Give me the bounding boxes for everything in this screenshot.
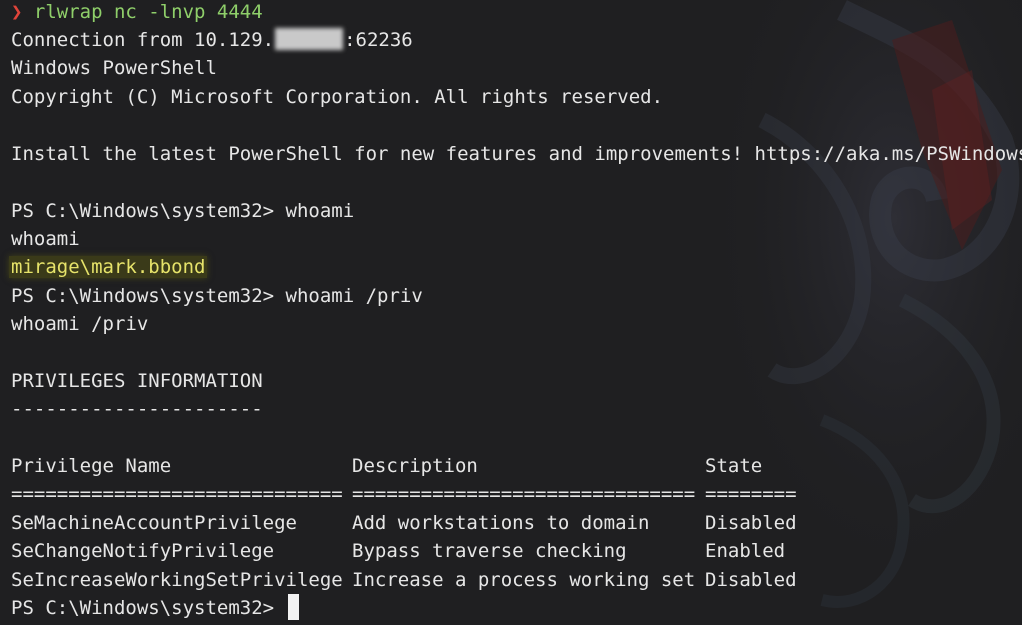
separator: ============================= bbox=[11, 483, 343, 505]
ps-prompt: PS C:\Windows\system32> bbox=[11, 597, 286, 619]
listener-command-line: ❯ rlwrap nc -lnvp 4444 bbox=[11, 0, 263, 26]
privilege-state-cell: Disabled bbox=[705, 512, 797, 534]
privilege-name-cell: SeMachineAccountPrivilege bbox=[11, 512, 297, 534]
redacted-ip bbox=[275, 28, 344, 50]
whoami-output-line: mirage\mark.bbond bbox=[9, 253, 208, 281]
connection-line: Connection from 10.129. :62236 bbox=[11, 26, 413, 54]
terminal-window[interactable]: ❯ rlwrap nc -lnvp 4444 Connection from 1… bbox=[0, 0, 1022, 625]
privileges-heading-underline: ---------------------- bbox=[11, 398, 263, 420]
banner-copyright: Copyright (C) Microsoft Corporation. All… bbox=[11, 86, 664, 108]
final-prompt-line[interactable]: PS C:\Windows\system32> bbox=[11, 594, 299, 622]
whoami-output-highlighted: mirage\mark.bbond bbox=[9, 256, 208, 278]
privilege-description-cell: Increase a process working set bbox=[352, 569, 696, 591]
table-row: SeChangeNotifyPrivilege Bypass traverse … bbox=[11, 537, 1011, 565]
column-header-privilege-name: Privilege Name bbox=[11, 455, 172, 477]
command-line-whoami-priv: PS C:\Windows\system32> whoami /priv bbox=[11, 282, 423, 310]
terminal-cursor[interactable] bbox=[287, 594, 299, 620]
separator: ============================== bbox=[352, 483, 696, 505]
privilege-state-cell: Enabled bbox=[705, 540, 786, 562]
table-header-row: Privilege Name Description State bbox=[11, 452, 1011, 480]
table-row: SeMachineAccountPrivilege Add workstatio… bbox=[11, 509, 1011, 537]
privilege-description-cell: Add workstations to domain bbox=[352, 512, 650, 534]
command-echo: whoami bbox=[11, 228, 80, 250]
command-text: whoami /priv bbox=[285, 285, 423, 307]
connection-prefix: Connection from 10.129. bbox=[11, 29, 275, 51]
ps-prompt: PS C:\Windows\system32> bbox=[11, 285, 286, 307]
privilege-name-cell: SeIncreaseWorkingSetPrivilege bbox=[11, 569, 343, 591]
privileges-heading: PRIVILEGES INFORMATION bbox=[11, 370, 263, 392]
privilege-name-cell: SeChangeNotifyPrivilege bbox=[11, 540, 275, 562]
banner-install: Install the latest PowerShell for new fe… bbox=[11, 143, 1022, 165]
connection-suffix: :62236 bbox=[344, 29, 413, 51]
table-separator-row: ============================= ==========… bbox=[11, 480, 1011, 508]
ps-prompt: PS C:\Windows\system32> bbox=[11, 200, 286, 222]
privilege-state-cell: Disabled bbox=[705, 569, 797, 591]
command-line-whoami: PS C:\Windows\system32> whoami bbox=[11, 197, 354, 225]
prompt-arrow-icon: ❯ bbox=[11, 1, 23, 23]
table-row: SeIncreaseWorkingSetPrivilege Increase a… bbox=[11, 566, 1011, 594]
command-text: whoami bbox=[285, 200, 355, 222]
banner-title: Windows PowerShell bbox=[11, 57, 217, 79]
listener-command: rlwrap nc -lnvp 4444 bbox=[33, 1, 263, 23]
column-header-description: Description bbox=[352, 455, 478, 477]
separator: ======== bbox=[705, 483, 797, 505]
column-header-state: State bbox=[705, 455, 763, 477]
privilege-description-cell: Bypass traverse checking bbox=[352, 540, 627, 562]
command-echo: whoami /priv bbox=[11, 313, 149, 335]
